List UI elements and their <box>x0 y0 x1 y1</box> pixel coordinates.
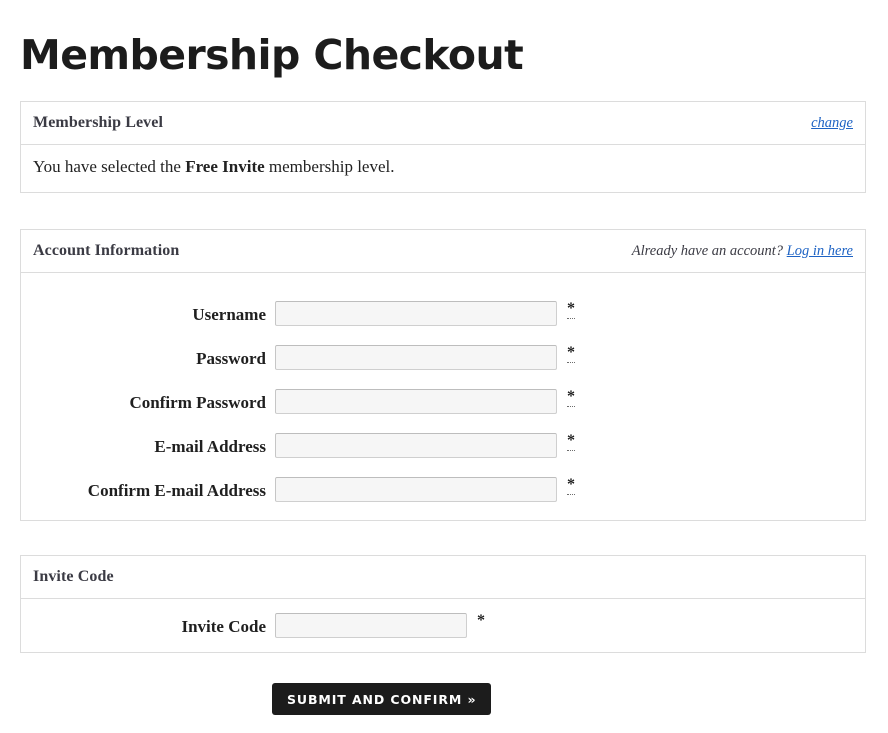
membership-level-header-actions: change <box>811 115 853 132</box>
account-information-body: Username * Password * Confirm Password *… <box>21 273 865 520</box>
account-information-panel: Account Information Already have an acco… <box>20 229 866 521</box>
page-title: Membership Checkout <box>20 31 524 80</box>
invite-code-header: Invite Code <box>21 556 865 599</box>
confirm-password-label: Confirm Password <box>129 393 266 412</box>
username-label: Username <box>192 305 266 324</box>
required-marker-confirm-email: * <box>567 476 575 495</box>
submit-and-confirm-button[interactable]: Submit and Confirm » <box>272 683 492 715</box>
log-in-here-link[interactable]: Log in here <box>787 243 853 259</box>
confirm-email-label: Confirm E-mail Address <box>87 481 266 500</box>
form-row-confirm-password: Confirm Password * <box>21 389 865 423</box>
account-information-heading: Account Information <box>33 242 180 259</box>
required-marker-confirm-password: * <box>567 388 575 407</box>
membership-level-panel: Membership Level change You have selecte… <box>20 101 866 193</box>
username-input[interactable] <box>275 301 557 326</box>
required-marker-email: * <box>567 432 575 451</box>
selected-level-sentence-prefix: You have selected the <box>33 157 186 176</box>
submit-row: Submit and Confirm » <box>0 683 888 717</box>
form-row-invite-code: Invite Code * <box>21 613 865 647</box>
email-label: E-mail Address <box>154 437 266 456</box>
membership-level-body: You have selected the Free Invite member… <box>21 145 865 192</box>
login-prompt-label: Already have an account? <box>631 243 784 259</box>
required-marker-username: * <box>567 300 575 319</box>
membership-checkout-page: Membership Checkout Membership Level cha… <box>0 0 888 733</box>
form-row-password: Password * <box>21 345 865 379</box>
required-marker-invite-code: * <box>477 612 485 629</box>
confirm-password-input[interactable] <box>275 389 557 414</box>
selected-level-sentence: You have selected the Free Invite member… <box>33 157 394 177</box>
password-input[interactable] <box>275 345 557 370</box>
account-information-header: Account Information Already have an acco… <box>21 230 865 273</box>
selected-level-sentence-suffix: membership level. <box>264 157 395 176</box>
membership-level-heading: Membership Level <box>33 114 164 131</box>
password-label: Password <box>196 349 266 368</box>
email-input[interactable] <box>275 433 557 458</box>
invite-code-input[interactable] <box>275 613 467 638</box>
form-row-username: Username * <box>21 301 865 335</box>
invite-code-heading: Invite Code <box>33 568 114 585</box>
form-row-email: E-mail Address * <box>21 433 865 467</box>
form-row-confirm-email: Confirm E-mail Address * <box>21 477 865 511</box>
required-marker-password: * <box>567 344 575 363</box>
account-information-header-actions: Already have an account? Log in here <box>632 243 853 260</box>
selected-level-name: Free Invite <box>185 157 265 176</box>
invite-code-panel: Invite Code Invite Code * <box>20 555 866 653</box>
invite-code-label: Invite Code <box>181 617 266 636</box>
confirm-email-input[interactable] <box>275 477 557 502</box>
change-membership-level-link[interactable]: change <box>811 115 853 131</box>
membership-level-header: Membership Level change <box>21 102 865 145</box>
invite-code-body: Invite Code * <box>21 599 865 652</box>
